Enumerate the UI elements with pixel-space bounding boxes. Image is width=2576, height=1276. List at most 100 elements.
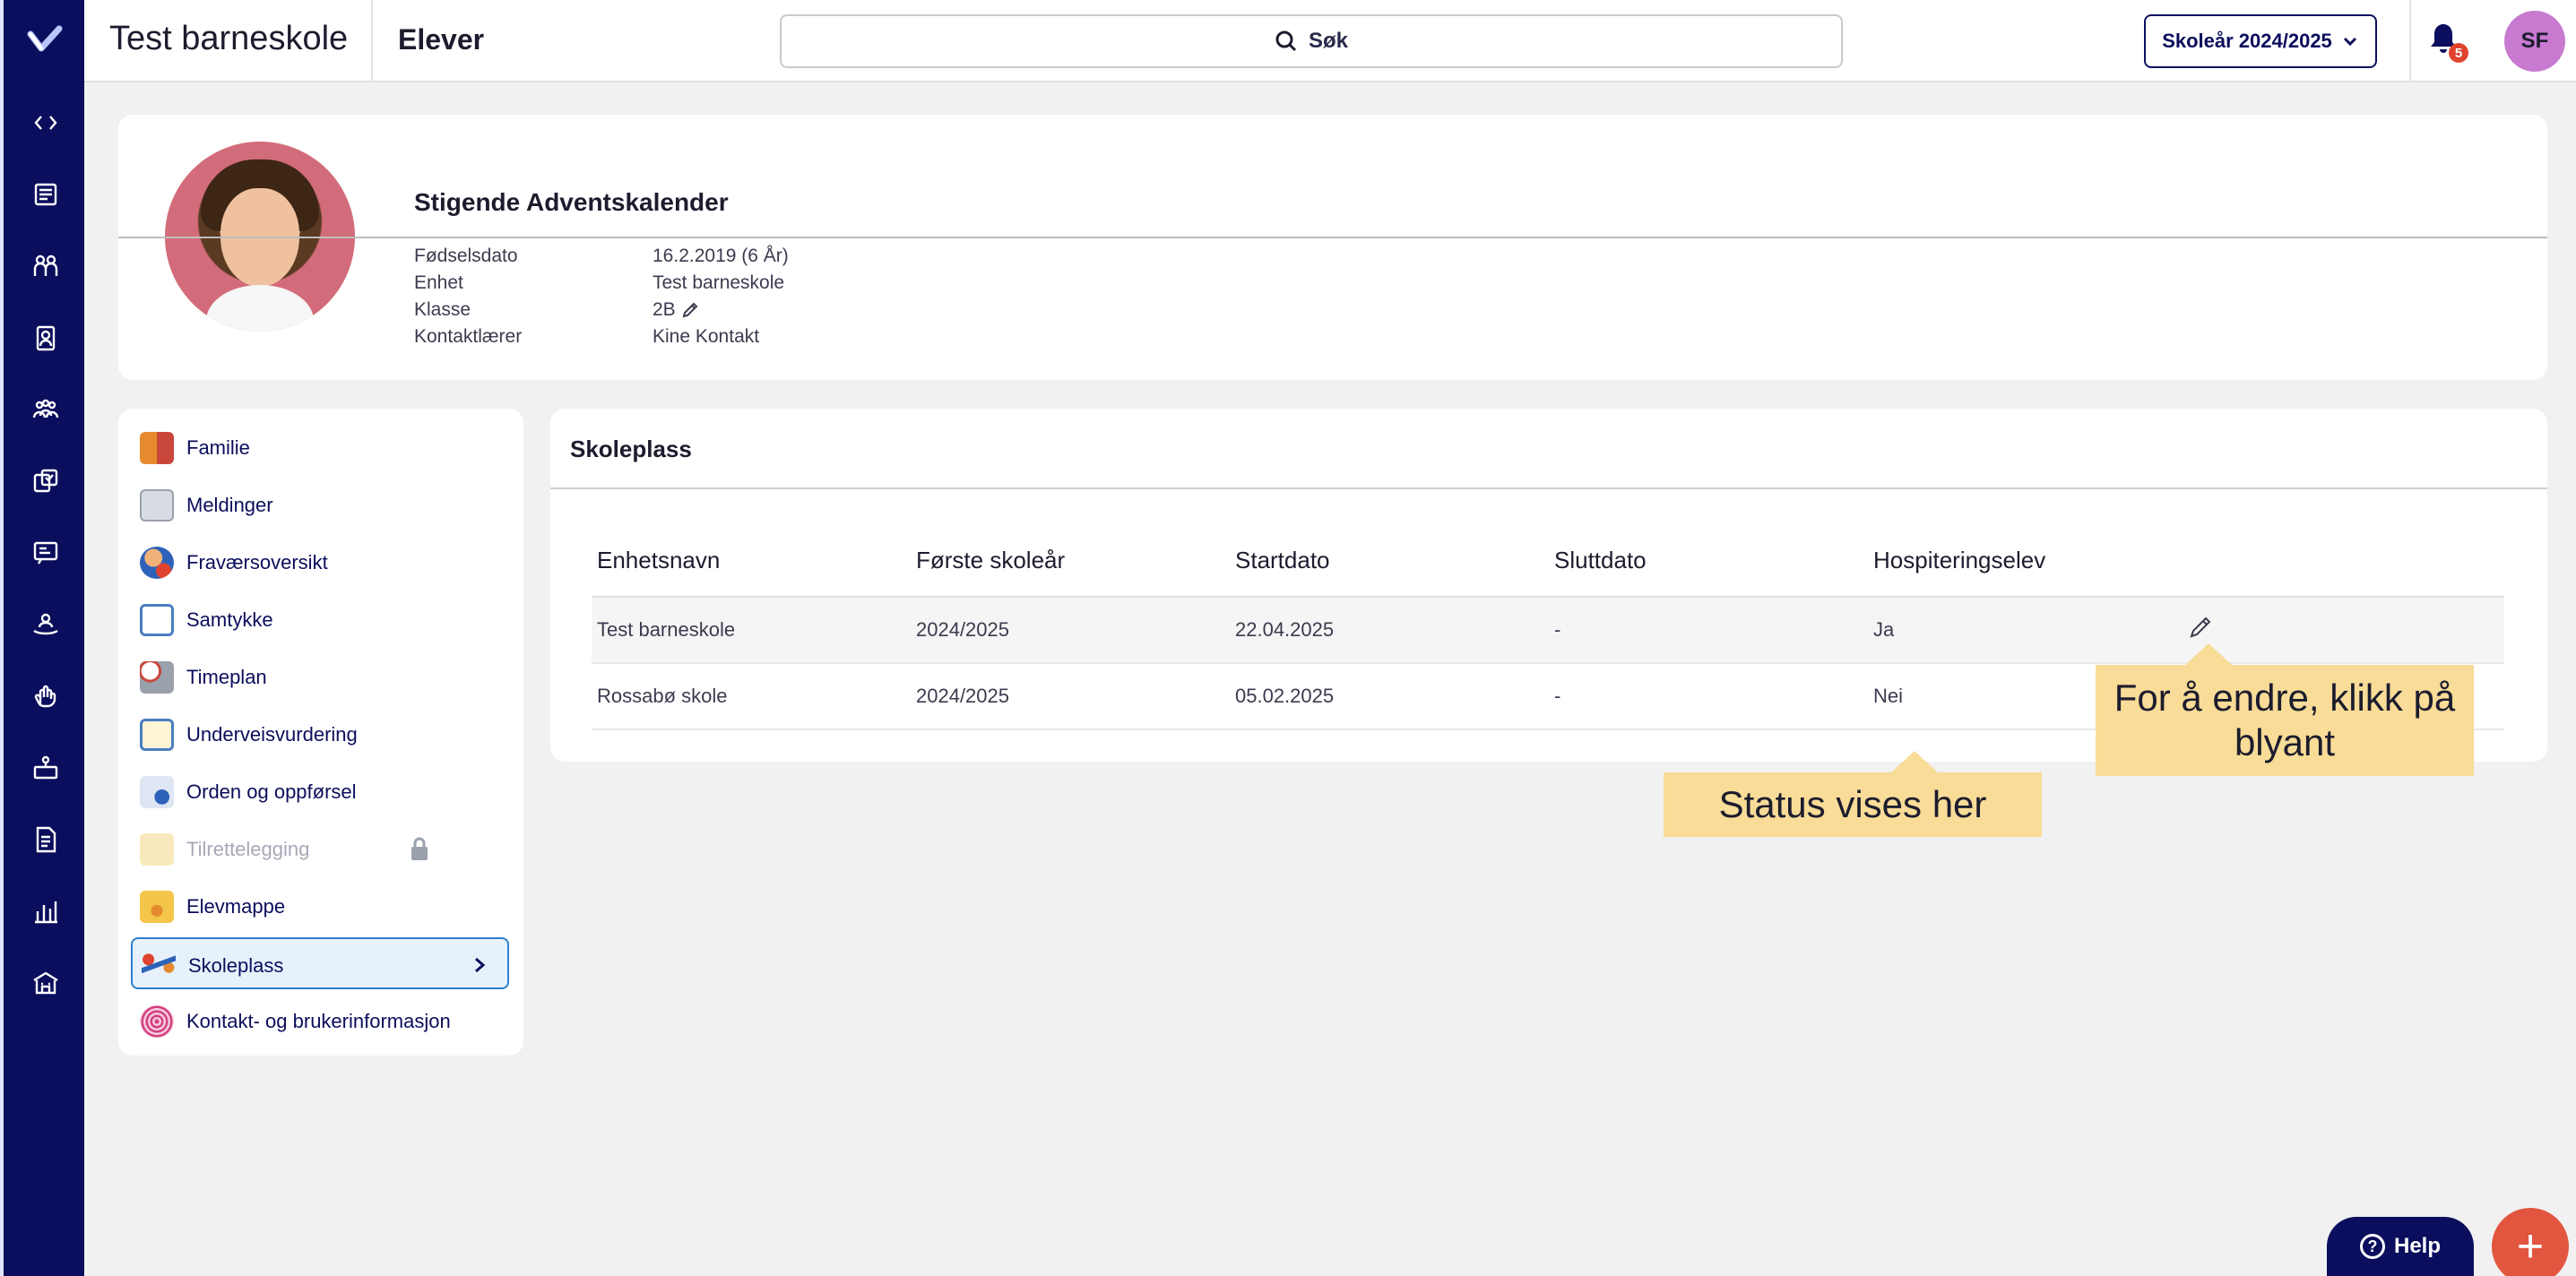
birthdate-value: 16.2.2019 (6 År): [653, 246, 789, 266]
table-cell: 05.02.2025: [1230, 663, 1549, 730]
menu-item-tilrettelegging[interactable]: Tilrettelegging: [131, 823, 509, 875]
edit-hint-callout: For å endre, klikk på blyant: [2096, 665, 2474, 776]
student-profile-card: Stigende Adventskalender Fødselsdato 16.…: [118, 115, 2547, 380]
class-icon[interactable]: [29, 751, 63, 785]
chevron-down-icon: [2343, 37, 2356, 47]
school-name[interactable]: Test barneskole: [109, 20, 348, 58]
behavior-icon: [140, 776, 174, 808]
envelope-icon: [140, 489, 174, 522]
document-icon[interactable]: [29, 823, 63, 857]
menu-item-familie[interactable]: Familie: [131, 421, 509, 473]
unit-value: Test barneskole: [653, 272, 785, 293]
search-bar[interactable]: Søk: [780, 14, 1843, 68]
tasks-icon[interactable]: [29, 464, 63, 498]
top-header: Test barneskole Elever Søk Skoleår 2024/…: [84, 0, 2576, 82]
menu-item-orden-og-oppforsel[interactable]: Orden og oppførsel: [131, 765, 509, 817]
fingerprint-icon: [140, 1005, 174, 1038]
chart-icon[interactable]: [29, 894, 63, 928]
menu-item-kontakt-og-brukerinformasjon[interactable]: Kontakt- og brukerinformasjon: [131, 995, 509, 1047]
class-value: 2B: [653, 299, 676, 320]
menu-item-fravaersoversikt[interactable]: Fraværsoversikt: [131, 536, 509, 588]
menu-item-label: Elevmappe: [186, 895, 286, 918]
callout-pointer: [1889, 751, 1940, 774]
table-cell: 2024/2025: [911, 597, 1230, 664]
class-label: Klasse: [414, 299, 471, 320]
student-name: Stigende Adventskalender: [414, 188, 729, 216]
school-year-dropdown[interactable]: Skoleår 2024/2025: [2144, 14, 2377, 68]
team-icon[interactable]: [29, 392, 63, 427]
clock-calendar-icon: [140, 661, 174, 694]
status-hint-callout: Status vises her: [1664, 772, 2042, 837]
table-cell: -: [1549, 663, 1868, 730]
page-title: Elever: [398, 23, 485, 56]
menu-item-label: Orden og oppførsel: [186, 780, 357, 803]
search-icon: [1275, 30, 1297, 52]
student-folder-icon: [140, 891, 174, 923]
menu-item-skoleplass[interactable]: Skoleplass: [131, 937, 509, 989]
lock-icon: [411, 837, 428, 860]
help-label: Help: [2393, 1234, 2441, 1258]
absence-icon: [140, 547, 174, 579]
birthdate-label: Fødselsdato: [414, 246, 518, 266]
chevron-right-icon: [471, 955, 488, 975]
badge-icon[interactable]: [29, 321, 63, 355]
table-cell: Test barneskole: [592, 597, 911, 664]
table-header-row: Enhetsnavn Første skoleår Startdato Slut…: [592, 525, 2504, 598]
menu-item-timeplan[interactable]: Timeplan: [131, 651, 509, 703]
column-header: Hospiteringselev: [1868, 525, 2187, 598]
menu-item-label: Timeplan: [186, 666, 267, 688]
column-header: Enhetsnavn: [592, 525, 911, 598]
side-rail: [0, 0, 84, 1276]
menu-item-label: Meldinger: [186, 494, 273, 516]
table-cell: Rossabø skole: [592, 663, 911, 730]
seesaw-icon: [142, 950, 176, 982]
edit-cell: [2187, 597, 2504, 664]
clipboard-icon: [140, 604, 174, 636]
menu-item-label: Fraværsoversikt: [186, 551, 328, 573]
section-title: Skoleplass: [570, 435, 692, 462]
pencil-icon[interactable]: [2187, 614, 2214, 641]
news-icon[interactable]: [29, 177, 63, 211]
school-year-label: Skoleår 2024/2025: [2162, 30, 2332, 52]
messages-icon[interactable]: [29, 536, 63, 570]
callout-pointer: [2183, 643, 2234, 667]
hand-icon[interactable]: [29, 679, 63, 713]
search-label: Søk: [1308, 29, 1348, 53]
contact-teacher-label: Kontaktlærer: [414, 326, 523, 347]
menu-item-label: Samtykke: [186, 608, 273, 631]
section-divider: [550, 487, 2547, 489]
app-logo-icon[interactable]: [27, 23, 63, 56]
column-header: Første skoleår: [911, 525, 1230, 598]
table-cell: 2024/2025: [911, 663, 1230, 730]
family-icon: [140, 432, 174, 464]
header-divider-2: [2409, 0, 2411, 82]
notifications-button[interactable]: 5: [2427, 22, 2468, 63]
unit-label: Enhet: [414, 272, 463, 293]
column-header-actions: [2187, 525, 2504, 598]
contact-teacher-value: Kine Kontakt: [653, 326, 760, 347]
menu-item-elevmappe[interactable]: Elevmappe: [131, 880, 509, 932]
add-button[interactable]: +: [2492, 1208, 2569, 1276]
menu-item-underveisvurdering[interactable]: Underveisvurdering: [131, 708, 509, 760]
assessment-icon: [140, 719, 174, 751]
pencil-icon[interactable]: [681, 301, 699, 319]
notification-badge: 5: [2449, 43, 2468, 63]
column-header: Startdato: [1230, 525, 1549, 598]
help-button[interactable]: ? Help: [2327, 1217, 2474, 1276]
expand-collapse-icon[interactable]: [29, 106, 63, 140]
menu-item-label: Skoleplass: [188, 954, 284, 977]
menu-item-meldinger[interactable]: Meldinger: [131, 478, 509, 530]
activity-icon[interactable]: [29, 608, 63, 642]
folder-lock-icon: [140, 833, 174, 866]
class-value-wrap: 2B: [653, 299, 699, 321]
school-icon[interactable]: [29, 966, 63, 1000]
header-divider: [371, 0, 373, 82]
column-header: Sluttdato: [1549, 525, 1868, 598]
menu-item-label: Tilrettelegging: [186, 838, 310, 860]
table-cell: -: [1549, 597, 1868, 664]
question-icon: ?: [2359, 1234, 2385, 1259]
groups-icon[interactable]: [29, 249, 63, 283]
menu-item-samtykke[interactable]: Samtykke: [131, 593, 509, 645]
user-avatar[interactable]: SF: [2504, 11, 2565, 72]
menu-item-label: Kontakt- og brukerinformasjon: [186, 1010, 451, 1032]
